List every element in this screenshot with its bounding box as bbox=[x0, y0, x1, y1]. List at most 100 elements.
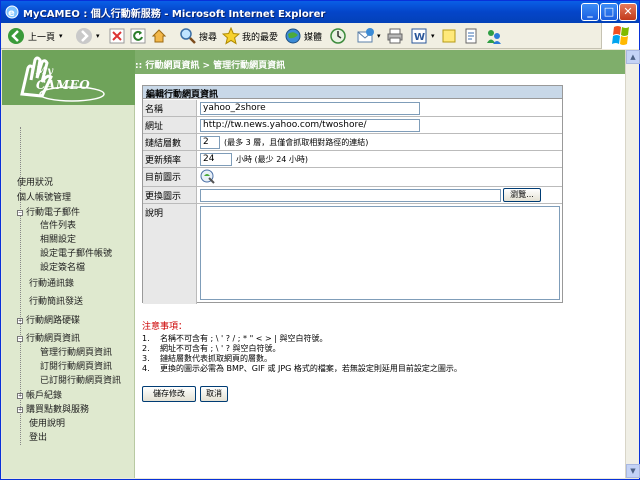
messenger-button[interactable] bbox=[485, 26, 503, 46]
home-icon bbox=[151, 29, 167, 43]
discuss-button[interactable] bbox=[441, 26, 457, 46]
chevron-down-icon[interactable]: ▾ bbox=[96, 32, 100, 40]
url-input[interactable]: http://tw.news.yahoo.com/twoshore/ bbox=[200, 119, 420, 132]
document-icon bbox=[465, 28, 477, 44]
description-textarea[interactable] bbox=[200, 206, 560, 300]
scroll-up-icon[interactable]: ▲ bbox=[626, 50, 640, 64]
form-title: 編輯行動網頁資訊 bbox=[143, 86, 562, 100]
sidebar-item-mail-settings[interactable]: 相關設定 bbox=[40, 232, 76, 245]
star-icon bbox=[222, 27, 240, 45]
history-button[interactable] bbox=[329, 26, 347, 46]
save-button[interactable]: 儲存修改 bbox=[142, 386, 196, 402]
note-item: 1. 名稱不可含有 ; \ ' ? / ; * " < > | 與空白符號。 bbox=[142, 334, 328, 343]
depth-input[interactable]: 2 bbox=[200, 136, 220, 149]
mail-button[interactable]: ▾ bbox=[356, 26, 381, 46]
current-site-icon bbox=[200, 169, 215, 184]
media-globe-icon bbox=[285, 28, 301, 44]
collapse-icon[interactable]: − bbox=[17, 209, 23, 216]
frequency-input[interactable]: 24 bbox=[200, 153, 232, 166]
back-arrow-icon bbox=[8, 28, 24, 44]
forward-arrow-icon bbox=[76, 28, 92, 44]
sidebar-item-mobile-web[interactable]: − 行動網頁資訊 bbox=[17, 331, 80, 344]
minimize-button[interactable]: _ bbox=[581, 3, 599, 21]
forward-button[interactable]: ▾ bbox=[75, 26, 100, 46]
expand-icon[interactable]: + bbox=[17, 406, 23, 413]
close-button[interactable]: ✕ bbox=[619, 3, 637, 21]
search-button[interactable]: 搜尋 bbox=[179, 26, 217, 46]
sidebar-item-account[interactable]: 個人帳號管理 bbox=[17, 190, 71, 203]
sidebar-item-purchase[interactable]: + 購買點數與服務 bbox=[17, 402, 89, 415]
sidebar-item-manage-web-info[interactable]: 管理行動網頁資訊 bbox=[40, 345, 112, 358]
window-title: MyCAMEO : 個人行動新服務 - Microsoft Internet E… bbox=[23, 9, 326, 20]
sidebar-item-account-records[interactable]: + 帳戶紀錄 bbox=[17, 388, 62, 401]
name-input[interactable]: yahoo_2shore bbox=[200, 102, 420, 115]
search-icon bbox=[180, 28, 196, 44]
sidebar-item-usage[interactable]: 使用狀況 bbox=[17, 175, 53, 188]
home-button[interactable] bbox=[151, 26, 167, 46]
sidebar-item-help[interactable]: 使用說明 bbox=[29, 416, 65, 429]
note-item: 3. 鏈結層數代表抓取網頁的層數。 bbox=[142, 354, 272, 363]
name-row: 名稱 yahoo_2shore bbox=[143, 100, 562, 117]
page-content: My CAMEO :: 行動網頁資訊 > 管理行動網頁資訊 使用狀況 個人帳號管… bbox=[2, 50, 625, 478]
sidebar-item-mobile-mail[interactable]: − 行動電子郵件 bbox=[17, 205, 80, 218]
current-icon-label: 目前圖示 bbox=[143, 168, 197, 186]
name-label: 名稱 bbox=[143, 100, 197, 116]
back-label: 上一頁 bbox=[28, 32, 56, 43]
change-icon-label: 更換圖示 bbox=[143, 187, 197, 203]
chevron-down-icon[interactable]: ▾ bbox=[431, 32, 435, 40]
description-row: 說明 bbox=[143, 204, 562, 304]
url-label: 網址 bbox=[143, 117, 197, 133]
back-button[interactable]: 上一頁 ▾ bbox=[7, 26, 63, 46]
browser-toolbar: 上一頁 ▾ ▾ 搜尋 我的最愛 媒體 ▾ W ▾ bbox=[1, 23, 639, 49]
chevron-down-icon[interactable]: ▾ bbox=[377, 32, 381, 40]
printer-icon bbox=[387, 28, 403, 44]
ie-icon: e bbox=[4, 4, 20, 20]
maximize-button[interactable]: □ bbox=[600, 3, 618, 21]
browse-button[interactable]: 瀏覽... bbox=[503, 188, 541, 202]
expand-icon[interactable]: + bbox=[17, 317, 23, 324]
breadcrumb: :: 行動網頁資訊 > 管理行動網頁資訊 bbox=[135, 61, 286, 71]
windows-logo bbox=[601, 23, 639, 49]
sidebar-item-subscribe-web-info[interactable]: 訂閱行動網頁資訊 bbox=[40, 359, 112, 372]
sidebar-item-sms[interactable]: 行動簡訊發送 bbox=[29, 294, 83, 307]
edit-web-info-form: 編輯行動網頁資訊 名稱 yahoo_2shore 網址 http://tw.ne… bbox=[142, 85, 563, 304]
icon-file-input[interactable] bbox=[200, 189, 501, 202]
favorites-label: 我的最愛 bbox=[242, 32, 279, 43]
note-item: 2. 網址不可含有 ; \ ' ? 與空白符號。 bbox=[142, 344, 281, 353]
stop-button[interactable] bbox=[109, 26, 125, 46]
media-label: 媒體 bbox=[304, 32, 323, 43]
media-button[interactable]: 媒體 bbox=[284, 26, 322, 46]
search-label: 搜尋 bbox=[199, 32, 218, 43]
url-row: 網址 http://tw.news.yahoo.com/twoshore/ bbox=[143, 117, 562, 134]
word-edit-button[interactable]: W ▾ bbox=[411, 26, 435, 46]
sidebar-item-subscribed-web-info[interactable]: 已訂閱行動網頁資訊 bbox=[40, 373, 121, 386]
depth-hint: (最多 3 層，且僅會抓取相對路徑的連結) bbox=[224, 138, 369, 147]
vertical-scrollbar[interactable]: ▲ ▼ bbox=[625, 50, 640, 478]
windows-flag-icon bbox=[612, 26, 629, 45]
expand-icon[interactable]: + bbox=[17, 392, 23, 399]
change-icon-row: 更換圖示 瀏覽... bbox=[143, 187, 562, 204]
print-button[interactable] bbox=[386, 26, 404, 46]
description-label: 說明 bbox=[143, 204, 197, 304]
sidebar-item-network-drive[interactable]: + 行動網路硬碟 bbox=[17, 313, 80, 326]
word-icon: W bbox=[411, 28, 427, 44]
sidebar-item-logout[interactable]: 登出 bbox=[29, 430, 47, 443]
sidebar-item-contacts[interactable]: 行動通訊錄 bbox=[29, 276, 74, 289]
history-icon bbox=[330, 28, 346, 44]
collapse-icon[interactable]: − bbox=[17, 335, 23, 342]
chevron-down-icon[interactable]: ▾ bbox=[59, 32, 63, 40]
cancel-button[interactable]: 取消 bbox=[200, 386, 228, 402]
depth-row: 鏈結層數 2 (最多 3 層，且僅會抓取相對路徑的連結) bbox=[143, 134, 562, 151]
frequency-hint: 小時 (最少 24 小時) bbox=[236, 155, 309, 164]
mycameo-logo[interactable]: My CAMEO bbox=[2, 50, 135, 105]
research-button[interactable] bbox=[463, 26, 479, 46]
sidebar-item-mail-account-settings[interactable]: 設定電子郵件帳號 bbox=[40, 246, 112, 259]
refresh-button[interactable] bbox=[130, 26, 146, 46]
scroll-down-icon[interactable]: ▼ bbox=[626, 464, 640, 478]
sidebar-item-signature[interactable]: 設定簽名檔 bbox=[40, 260, 85, 273]
mail-icon bbox=[357, 28, 374, 43]
title-bar: e MyCAMEO : 個人行動新服務 - Microsoft Internet… bbox=[1, 1, 639, 23]
browser-window: e MyCAMEO : 個人行動新服務 - Microsoft Internet… bbox=[0, 0, 640, 480]
sidebar-item-mail-list[interactable]: 信件列表 bbox=[40, 218, 76, 231]
favorites-button[interactable]: 我的最愛 bbox=[222, 26, 278, 46]
